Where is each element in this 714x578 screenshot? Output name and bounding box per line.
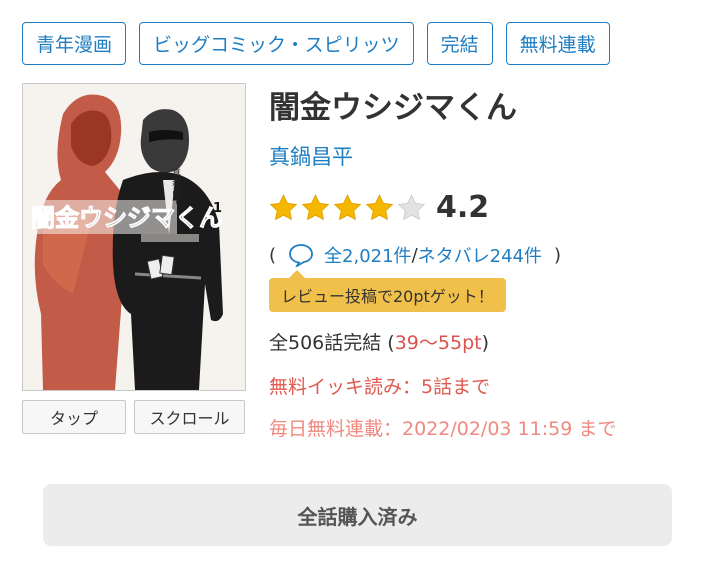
review-close-paren: ) [554,244,562,266]
tag-seinen[interactable]: 青年漫画 [22,22,127,65]
episode-price: 39〜55pt [394,332,482,354]
star-filled-icon [333,193,362,220]
cover-illustration: 闇金ウシジマくん 真鍋昌平 1 [23,84,245,390]
star-filled-icon [365,193,394,220]
free-binge-info: 無料イッキ読み：5話まで [269,376,491,398]
episode-info: 全506話完結 (39〜55pt) [269,328,489,355]
review-open-paren: ( [269,244,277,266]
star-filled-icon [269,193,298,220]
tag-big-comic-spirits[interactable]: ビッグコミック・スピリッツ [139,22,414,65]
tag-completed[interactable]: 完結 [426,22,493,65]
rating-row: 4.2 [268,190,489,225]
cover-image[interactable]: 闇金ウシジマくん 真鍋昌平 1 [22,83,246,391]
tap-mode-button[interactable]: タップ [22,400,126,434]
manga-title: 闇金ウシジマくん [269,90,517,126]
view-mode-buttons: タップ スクロール [22,400,245,434]
review-promo-tooltip: レビュー投稿で20ptゲット！ [269,270,506,312]
daily-free-info: 毎日無料連載：2022/02/03 11:59 まで [269,418,617,440]
tag-free-serial[interactable]: 無料連載 [505,22,610,65]
episode-count: 全506話完結 ( [269,332,395,354]
star-empty-icon [397,193,426,220]
all-purchased-button[interactable]: 全話購入済み [43,484,672,546]
cover-title-art: 闇金ウシジマくん [31,204,223,232]
speech-bubble-icon [289,244,313,267]
cover-author-art: 真鍋昌平 [170,167,181,205]
cover-volume-number: 1 [213,201,222,216]
star-filled-icon [301,193,330,220]
spoiler-reviews-link[interactable]: ネタバレ244件 [418,242,542,268]
scroll-mode-button[interactable]: スクロール [134,400,245,434]
star-rating [268,193,427,223]
all-reviews-link[interactable]: 全2,021件 [324,242,412,268]
rating-value: 4.2 [436,190,490,225]
author-link[interactable]: 真鍋昌平 [269,141,353,171]
review-summary: ( 全2,021件 / ネタバレ244件 ) [269,242,561,268]
genre-tag-list: 青年漫画 ビッグコミック・スピリッツ 完結 無料連載 [22,22,610,65]
episode-close-paren: ) [481,332,490,354]
